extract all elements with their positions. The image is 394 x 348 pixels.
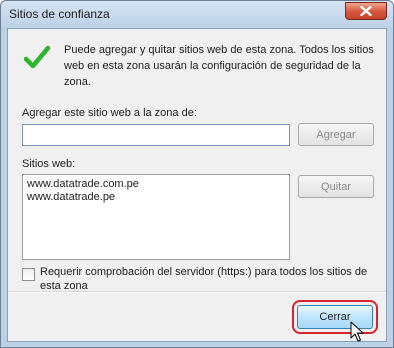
mouse-cursor-icon <box>350 321 364 342</box>
intro-text: Puede agregar y quitar sitios web de est… <box>64 44 374 88</box>
https-checkbox-label[interactable]: Requerir comprobación del servidor (http… <box>40 265 374 293</box>
add-button[interactable]: Agregar <box>298 123 374 146</box>
sites-list[interactable]: www.datatrade.com.pe www.datatrade.pe <box>22 174 290 260</box>
list-item[interactable]: www.datatrade.com.pe <box>27 178 285 191</box>
highlight-ring <box>292 300 378 334</box>
trusted-sites-dialog: Sitios de confianza Puede agregar y quit… <box>0 0 394 348</box>
checkmark-icon <box>24 45 50 69</box>
remove-button[interactable]: Quitar <box>298 175 374 198</box>
https-checkbox[interactable] <box>22 268 35 281</box>
dialog-content: Puede agregar y quitar sitios web de est… <box>7 28 387 342</box>
title-bar: Sitios de confianza <box>1 1 393 27</box>
close-icon <box>360 6 372 16</box>
list-item[interactable]: www.datatrade.pe <box>27 191 285 204</box>
window-title: Sitios de confianza <box>9 7 110 21</box>
add-site-label: Agregar este sitio web a la zona de: <box>22 107 197 119</box>
divider <box>8 291 386 293</box>
window-close-button[interactable] <box>345 2 387 20</box>
sites-label: Sitios web: <box>22 158 76 170</box>
add-site-input[interactable] <box>22 124 290 146</box>
